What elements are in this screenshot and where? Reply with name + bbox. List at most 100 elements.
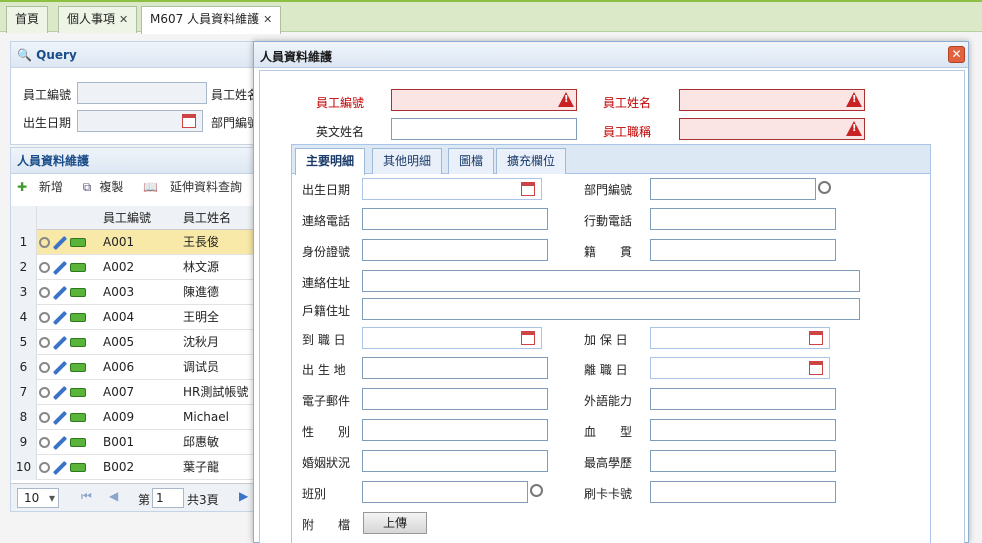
query-birth-input[interactable] — [77, 110, 203, 132]
dialog-body: 員工編號 員工姓名 英文姓名 員工職稱 主要明細 其他明細 圖檔 擴充欄位 出生… — [259, 70, 965, 543]
detail-icon[interactable] — [70, 238, 86, 247]
ext-query-button[interactable]: 📖 延伸資料查詢 — [143, 180, 250, 194]
table-row[interactable]: 7 A007 HR測試帳號 — [11, 380, 261, 405]
detail-icon[interactable] — [70, 463, 86, 472]
eng-name-input[interactable] — [391, 118, 577, 140]
emp-title-input[interactable] — [679, 118, 865, 140]
view-icon[interactable] — [39, 312, 50, 323]
table-row[interactable]: 2 A002 林文源 — [11, 255, 261, 280]
first-page-icon[interactable]: ⏮ — [81, 489, 92, 504]
tab-personal[interactable]: 個人事項 ✕ — [58, 6, 138, 33]
page-input[interactable]: 1 — [152, 488, 184, 508]
emp-no-input[interactable] — [391, 89, 577, 111]
add-button[interactable]: ✚ 新增 — [17, 180, 71, 194]
next-page-icon[interactable]: ▶ — [239, 489, 248, 503]
copy-button[interactable]: ⧉ 複製 — [83, 180, 132, 194]
view-icon[interactable] — [39, 287, 50, 298]
edit-icon[interactable] — [52, 410, 68, 425]
tab-extended[interactable]: 擴充欄位 — [496, 148, 567, 174]
column-header-name[interactable]: 員工姓名 — [183, 206, 231, 230]
phone-input[interactable] — [362, 208, 548, 230]
table-row[interactable]: 9 B001 邱惠敏 — [11, 430, 261, 455]
edit-icon[interactable] — [52, 435, 68, 450]
view-icon[interactable] — [39, 337, 50, 348]
detail-icon[interactable] — [70, 338, 86, 347]
birthplace-input[interactable] — [362, 357, 548, 379]
calendar-icon[interactable] — [521, 182, 535, 196]
dept-input[interactable] — [650, 178, 816, 200]
pager: 10 ▾ ⏮ ◀ 第 1 共3頁 ▶ — [11, 483, 261, 511]
edit-icon[interactable] — [52, 360, 68, 375]
insure-input[interactable] — [650, 327, 830, 349]
row-actions — [39, 455, 99, 480]
edit-icon[interactable] — [52, 310, 68, 325]
tab-main-detail[interactable]: 主要明細 — [295, 148, 366, 175]
lang-input[interactable] — [650, 388, 836, 410]
tab-bar: 首頁 個人事項 ✕ M607 人員資料維護 ✕ — [0, 0, 982, 34]
detail-icon[interactable] — [70, 413, 86, 422]
dialog-close-button[interactable]: ✕ — [948, 46, 965, 63]
prev-page-icon[interactable]: ◀ — [109, 489, 118, 503]
table-row[interactable]: 1 A001 王長俊 — [11, 230, 261, 255]
reg-addr-input[interactable] — [362, 298, 860, 320]
idno-input[interactable] — [362, 239, 548, 261]
detail-icon[interactable] — [70, 288, 86, 297]
calendar-icon[interactable] — [809, 331, 823, 345]
view-icon[interactable] — [39, 237, 50, 248]
table-row[interactable]: 4 A004 王明全 — [11, 305, 261, 330]
query-emp-no-input[interactable] — [77, 82, 207, 104]
view-icon[interactable] — [39, 437, 50, 448]
detail-icon[interactable] — [70, 263, 86, 272]
mobile-input[interactable] — [650, 208, 836, 230]
native-input[interactable] — [650, 239, 836, 261]
view-icon[interactable] — [39, 462, 50, 473]
edit-icon[interactable] — [52, 460, 68, 475]
gender-input[interactable] — [362, 419, 548, 441]
table-row[interactable]: 10 B002 葉子龍 — [11, 455, 261, 480]
view-icon[interactable] — [39, 412, 50, 423]
search-icon[interactable] — [818, 181, 831, 194]
detail-icon[interactable] — [70, 363, 86, 372]
upload-button[interactable]: 上傳 — [363, 512, 427, 534]
detail-tab-panel: 主要明細 其他明細 圖檔 擴充欄位 出生日期 部門編號 連絡電話 行動電話 身份… — [291, 144, 931, 543]
table-row[interactable]: 6 A006 调试员 — [11, 355, 261, 380]
table-row[interactable]: 5 A005 沈秋月 — [11, 330, 261, 355]
view-icon[interactable] — [39, 262, 50, 273]
close-icon[interactable]: ✕ — [119, 13, 128, 26]
edu-input[interactable] — [650, 450, 836, 472]
view-icon[interactable] — [39, 362, 50, 373]
email-input[interactable] — [362, 388, 548, 410]
detail-icon[interactable] — [70, 438, 86, 447]
edit-icon[interactable] — [52, 285, 68, 300]
edit-icon[interactable] — [52, 335, 68, 350]
addr-input[interactable] — [362, 270, 860, 292]
edit-icon[interactable] — [52, 235, 68, 250]
view-icon[interactable] — [39, 387, 50, 398]
calendar-icon[interactable] — [521, 331, 535, 345]
birth-input[interactable] — [362, 178, 542, 200]
shift-input[interactable] — [362, 481, 528, 503]
column-header-id[interactable]: 員工編號 — [103, 206, 151, 230]
close-icon[interactable]: ✕ — [263, 13, 272, 26]
tab-images[interactable]: 圖檔 — [448, 148, 495, 174]
edit-icon[interactable] — [52, 260, 68, 275]
calendar-icon[interactable] — [809, 361, 823, 375]
tab-home[interactable]: 首頁 — [6, 6, 49, 33]
grid-header-num — [11, 206, 37, 230]
tab-m607[interactable]: M607 人員資料維護 ✕ — [141, 6, 282, 34]
leave-input[interactable] — [650, 357, 830, 379]
onboard-input[interactable] — [362, 327, 542, 349]
edit-icon[interactable] — [52, 385, 68, 400]
tab-other-detail[interactable]: 其他明細 — [372, 148, 443, 174]
table-row[interactable]: 3 A003 陳進德 — [11, 280, 261, 305]
marital-input[interactable] — [362, 450, 548, 472]
table-row[interactable]: 8 A009 Michael — [11, 405, 261, 430]
calendar-icon[interactable] — [182, 114, 196, 128]
emp-name-input[interactable] — [679, 89, 865, 111]
detail-icon[interactable] — [70, 313, 86, 322]
detail-icon[interactable] — [70, 388, 86, 397]
search-icon[interactable] — [530, 484, 543, 497]
page-size-select[interactable]: 10 ▾ — [17, 488, 59, 508]
card-input[interactable] — [650, 481, 836, 503]
blood-input[interactable] — [650, 419, 836, 441]
